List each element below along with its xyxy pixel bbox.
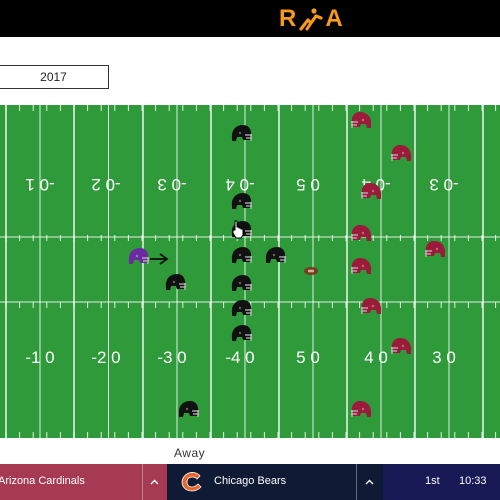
divider <box>356 464 357 500</box>
bears-c-logo-icon <box>179 470 205 499</box>
team1-chevron-up-icon[interactable] <box>144 467 164 497</box>
runner-icon <box>297 7 325 31</box>
scoreboard: Arizona Cardinals Chicago Bears 1st 10:3… <box>0 464 500 500</box>
team1-panel: Arizona Cardinals <box>0 464 167 500</box>
yard-number: -0 3 <box>157 175 186 194</box>
divider <box>142 464 143 500</box>
yard-number: -0 2 <box>91 175 120 194</box>
yard-number: -2 0 <box>91 348 120 367</box>
yard-number: 0 5 <box>296 175 320 194</box>
yard-number: -1 0 <box>25 348 54 367</box>
yard-number: 5 0 <box>296 348 320 367</box>
quarter-label: 1st <box>425 475 440 487</box>
app-logo: R A <box>279 5 344 32</box>
game-clock-panel: 1st 10:33 <box>383 464 500 500</box>
team2-chevron-up-icon[interactable] <box>359 467 379 497</box>
yard-number: -0 1 <box>25 175 54 194</box>
team1-name: Arizona Cardinals <box>0 475 85 487</box>
game-clock: 10:33 <box>459 475 487 487</box>
yard-number: 4 0 <box>364 348 388 367</box>
football-icon[interactable] <box>303 266 319 276</box>
logo-letter-r: R <box>279 5 298 32</box>
yard-number: -0 3 <box>429 175 458 194</box>
yard-number: 3 0 <box>432 348 456 367</box>
season-select[interactable]: 2017 <box>0 65 109 89</box>
team2-name: Chicago Bears <box>214 475 287 487</box>
team2-panel: Chicago Bears <box>167 464 383 500</box>
logo-letter-a: A <box>325 5 344 32</box>
side-label: Away <box>174 446 206 460</box>
top-bar: R A <box>0 0 500 37</box>
yard-number: -4 0 <box>225 348 254 367</box>
field-turf <box>0 105 500 438</box>
yard-number: -0 4 <box>225 175 254 194</box>
yard-number: -3 0 <box>157 348 186 367</box>
season-value: 2017 <box>40 70 67 84</box>
football-field[interactable]: -0 1 -0 2 -0 3 -0 4 0 5 -0 4 -0 3 -1 0 -… <box>0 105 500 438</box>
